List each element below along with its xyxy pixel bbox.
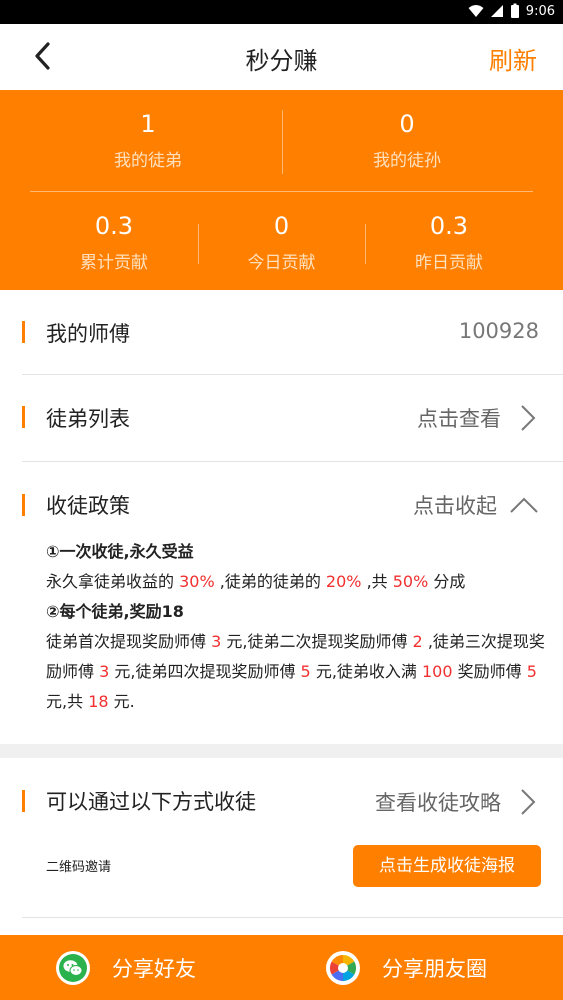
accent-bar — [22, 321, 25, 343]
stat-grand-disciples[interactable]: 0 我的徒孙 — [282, 110, 532, 171]
disciple-list-label: 徒弟列表 — [46, 407, 130, 431]
status-time: 9:06 — [525, 3, 555, 19]
chevron-right-icon — [521, 405, 536, 431]
accent-bar — [22, 406, 25, 428]
refresh-button[interactable]: 刷新 — [489, 41, 537, 76]
share-moments-label: 分享朋友圈 — [382, 956, 487, 981]
stat-label: 累计贡献 — [80, 253, 148, 273]
stat-value: 0.3 — [429, 212, 469, 240]
accent-bar — [22, 494, 25, 516]
recruit-row: 可以通过以下方式收徒 查看收徒攻略 — [0, 758, 563, 848]
master-id: 100928 — [458, 319, 539, 343]
policy-row[interactable]: 收徒政策 点击收起 — [0, 462, 563, 534]
share-footer: 分享好友 分享朋友圈 — [0, 935, 563, 1000]
share-friends-button[interactable]: 分享好友 — [56, 935, 196, 1000]
policy-content: ①一次收徒,永久受益 永久拿徒弟收益的 30% ,徒弟的徒弟的 20% ,共 5… — [46, 537, 545, 717]
master-row: 我的师傅 100928 — [0, 300, 563, 374]
signal-icon — [490, 5, 503, 17]
chevron-up-icon — [510, 497, 538, 513]
stat-value: 0 — [399, 110, 415, 138]
stat-label: 今日贡献 — [247, 253, 316, 273]
status-bar: 9:06 — [0, 0, 563, 24]
generate-poster-button[interactable]: 点击生成收徒海报 — [353, 845, 541, 887]
collapse-policy-link[interactable]: 点击收起 — [413, 490, 497, 520]
stat-label: 昨日贡献 — [415, 253, 483, 273]
policy-line-4: 徒弟首次提现奖励师傅 3 元,徒弟二次提现奖励师傅 2 ,徒弟三次提现奖励师傅 … — [46, 632, 545, 711]
divider — [22, 917, 563, 918]
stat-today-contribution: 0 今日贡献 — [198, 212, 365, 273]
wifi-icon — [468, 5, 484, 17]
stat-value: 0 — [273, 212, 290, 240]
policy-label: 收徒政策 — [46, 494, 130, 518]
stats-panel: 1 我的徒弟 0 我的徒孙 0.3 累计贡献 0 今日贡献 0.3 昨日贡献 — [0, 90, 563, 290]
chevron-right-icon — [521, 789, 536, 815]
qr-invite-label: 二维码邀请 — [46, 860, 112, 875]
share-moments-button[interactable]: 分享朋友圈 — [326, 935, 487, 1000]
share-friends-label: 分享好友 — [112, 956, 196, 981]
policy-line-3: ②每个徒弟,奖励18 — [46, 602, 184, 621]
wechat-icon — [56, 950, 90, 985]
disciple-list-row[interactable]: 徒弟列表 点击查看 — [0, 375, 563, 461]
recruit-guide-link[interactable]: 查看收徒攻略 — [375, 787, 501, 817]
stat-total-contribution: 0.3 累计贡献 — [30, 212, 198, 273]
section-separator — [0, 744, 563, 758]
stat-value: 0.3 — [94, 212, 134, 240]
policy-line-2: 永久拿徒弟收益的 30% ,徒弟的徒弟的 20% ,共 50% 分成 — [46, 572, 466, 591]
stat-label: 我的徒孙 — [373, 151, 441, 171]
page-title: 秒分赚 — [245, 47, 318, 75]
app-header: 秒分赚 刷新 — [0, 24, 563, 90]
stat-value: 1 — [140, 110, 156, 138]
recruit-label: 可以通过以下方式收徒 — [46, 790, 256, 814]
stat-yesterday-contribution: 0.3 昨日贡献 — [365, 212, 533, 273]
policy-line-1: ①一次收徒,永久受益 — [46, 542, 194, 561]
view-disciples-link[interactable]: 点击查看 — [417, 403, 501, 433]
accent-bar — [22, 790, 25, 812]
divider — [30, 191, 533, 192]
stat-disciples[interactable]: 1 我的徒弟 — [14, 110, 282, 171]
master-label: 我的师傅 — [46, 322, 130, 346]
stat-label: 我的徒弟 — [114, 151, 182, 171]
battery-icon — [510, 3, 519, 18]
moments-icon — [326, 950, 360, 985]
